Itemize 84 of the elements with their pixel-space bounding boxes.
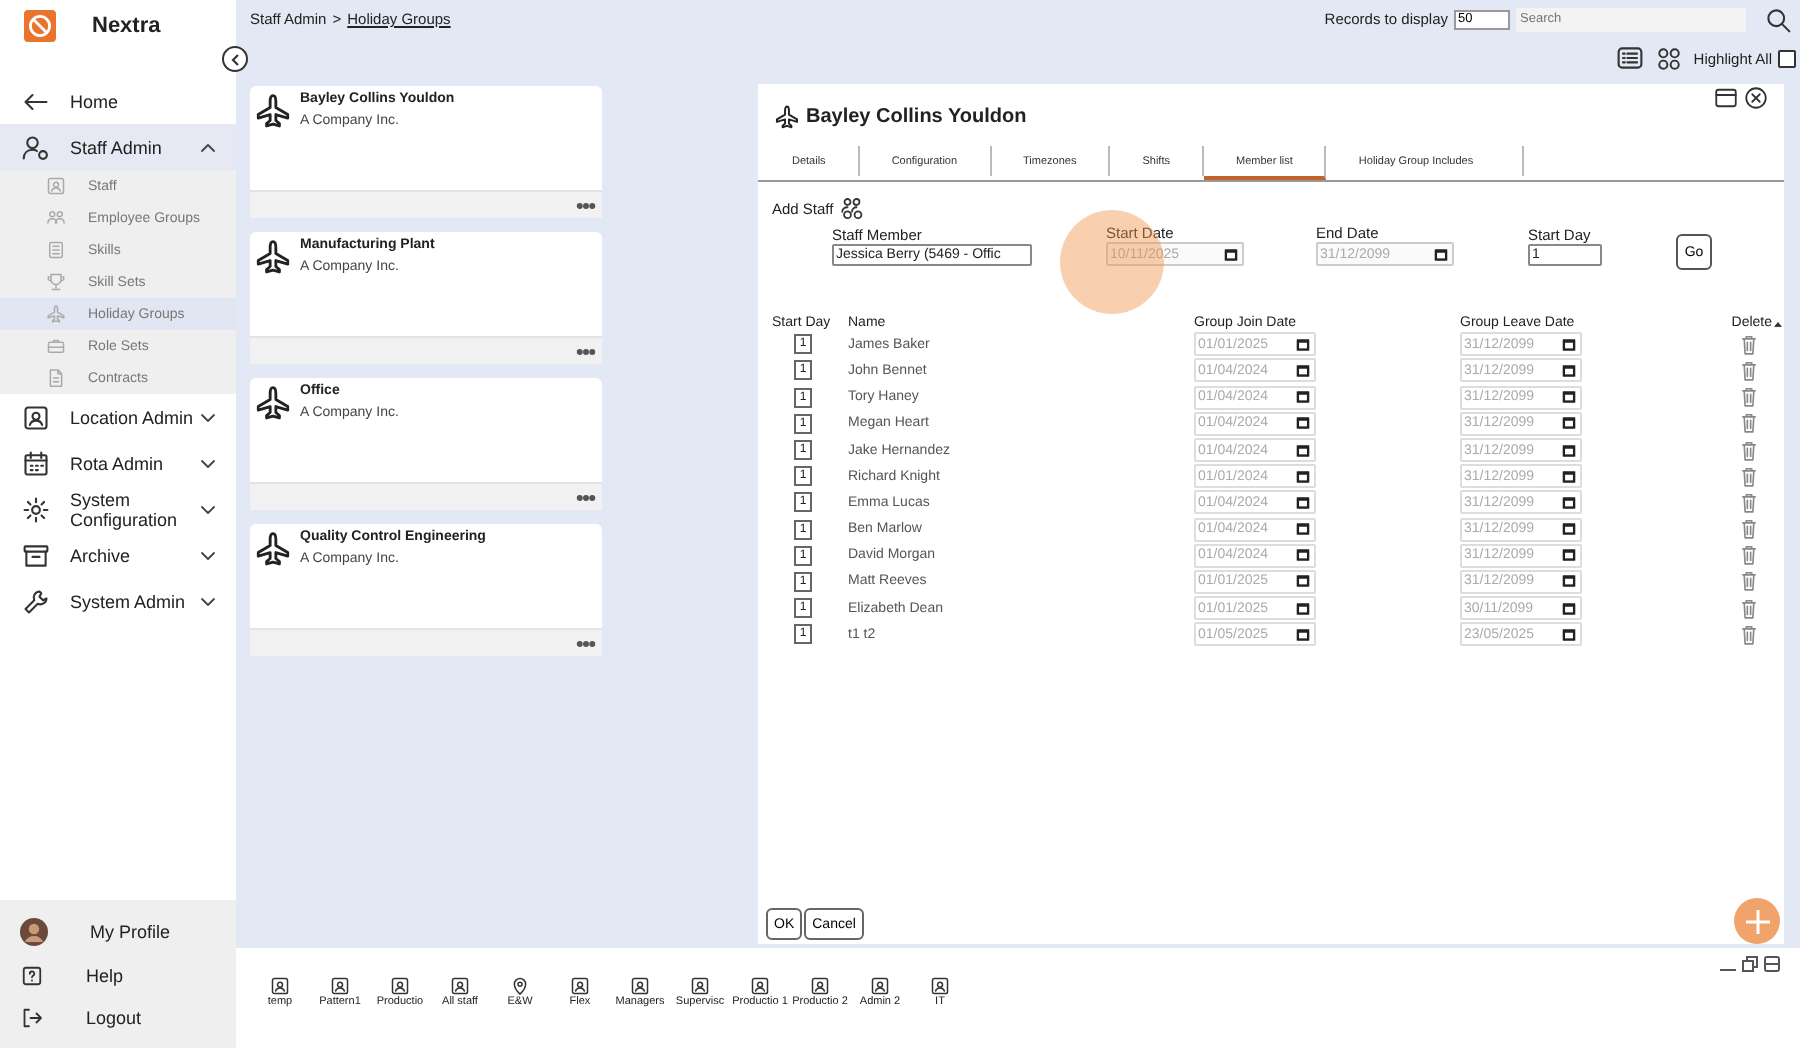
delete-button[interactable]: [1738, 412, 1760, 435]
footer-item[interactable]: My Profile: [0, 917, 236, 946]
trophy-icon: [46, 272, 66, 292]
maximize-icon[interactable]: [1764, 956, 1780, 972]
logout-icon: [20, 1006, 44, 1031]
nav-item[interactable]: Archive: [0, 532, 236, 578]
search-icon: [1764, 5, 1792, 33]
dialog-title: Bayley Collins Youldon: [806, 105, 1027, 127]
trash-icon: [1738, 412, 1760, 435]
document-icon: [46, 368, 66, 388]
delete-button[interactable]: [1738, 544, 1760, 567]
nav-item[interactable]: Home: [0, 78, 236, 124]
plane-icon: [254, 92, 292, 130]
plus-icon: [1743, 907, 1771, 935]
restore-icon[interactable]: [1742, 956, 1758, 972]
plane-icon: [254, 384, 292, 422]
delete-button[interactable]: [1738, 386, 1760, 409]
checkbox[interactable]: [1778, 49, 1796, 67]
help-icon: [20, 963, 44, 988]
plane-icon: [46, 304, 66, 324]
nav-item[interactable]: System Admin: [0, 578, 236, 624]
trash-icon: [1738, 518, 1760, 541]
id-card-icon: [690, 976, 710, 996]
app-name: Nextra: [92, 14, 161, 38]
grid-view-icon: [1655, 45, 1682, 71]
collapse-button[interactable]: [222, 46, 248, 72]
calendar-icon: [22, 449, 50, 477]
archive-box-icon: [22, 541, 50, 569]
calendar-small-icon: [1432, 245, 1450, 263]
delete-button[interactable]: [1738, 623, 1760, 646]
plane-icon: [254, 238, 292, 276]
nav-item[interactable]: System Configuration: [0, 486, 236, 532]
delete-button[interactable]: [1738, 359, 1760, 382]
trash-icon: [1738, 544, 1760, 567]
plane-icon: [774, 103, 800, 129]
footer-item[interactable]: Logout: [0, 1006, 236, 1031]
id-card-icon: [390, 976, 410, 996]
trash-icon: [1738, 570, 1760, 593]
delete-button[interactable]: [1738, 439, 1760, 462]
id-card-icon: [330, 976, 350, 996]
trash-icon: [1738, 597, 1760, 620]
add-people-icon: [839, 196, 864, 220]
id-card-icon: [630, 976, 650, 996]
footer-item[interactable]: Help: [0, 963, 236, 988]
nav-item[interactable]: Staff Admin: [0, 124, 236, 170]
maximize-icon: [1714, 86, 1738, 110]
plane-icon: [254, 530, 292, 568]
id-card-icon: [46, 176, 66, 196]
delete-button[interactable]: [1738, 518, 1760, 541]
id-card-icon: [450, 976, 470, 996]
delete-button[interactable]: [1738, 570, 1760, 593]
person-gear-icon: [22, 133, 50, 161]
id-card-icon: [870, 976, 890, 996]
wrench-icon: [22, 587, 50, 615]
id-card-icon: [750, 976, 770, 996]
close-icon: [1744, 86, 1768, 110]
id-card-icon: [270, 976, 290, 996]
nav-item[interactable]: Location Admin: [0, 394, 236, 440]
delete-button[interactable]: [1738, 597, 1760, 620]
id-card-icon: [570, 976, 590, 996]
pin-icon: [510, 976, 530, 996]
sort-icon: [1772, 317, 1784, 329]
people-icon: [46, 208, 66, 228]
list-icon: [46, 240, 66, 260]
logo-icon: [24, 10, 56, 42]
gear-icon: [22, 495, 50, 523]
trash-icon: [1738, 439, 1760, 462]
id-card-icon: [930, 976, 950, 996]
trash-icon: [1738, 465, 1760, 488]
list-view-icon: [1615, 44, 1644, 72]
delete-button[interactable]: [1738, 333, 1760, 356]
trash-icon: [1738, 623, 1760, 646]
trash-icon: [1738, 491, 1760, 514]
trash-icon: [1738, 386, 1760, 409]
trash-icon: [1738, 333, 1760, 356]
id-card-icon: [22, 403, 50, 431]
nav-item[interactable]: Rota Admin: [0, 440, 236, 486]
trash-icon: [1738, 359, 1760, 382]
id-card-icon: [810, 976, 830, 996]
briefcase-icon: [46, 336, 66, 356]
calendar-small-icon: [1222, 245, 1240, 263]
delete-button[interactable]: [1738, 491, 1760, 514]
avatar-icon: [20, 917, 48, 946]
delete-button[interactable]: [1738, 465, 1760, 488]
